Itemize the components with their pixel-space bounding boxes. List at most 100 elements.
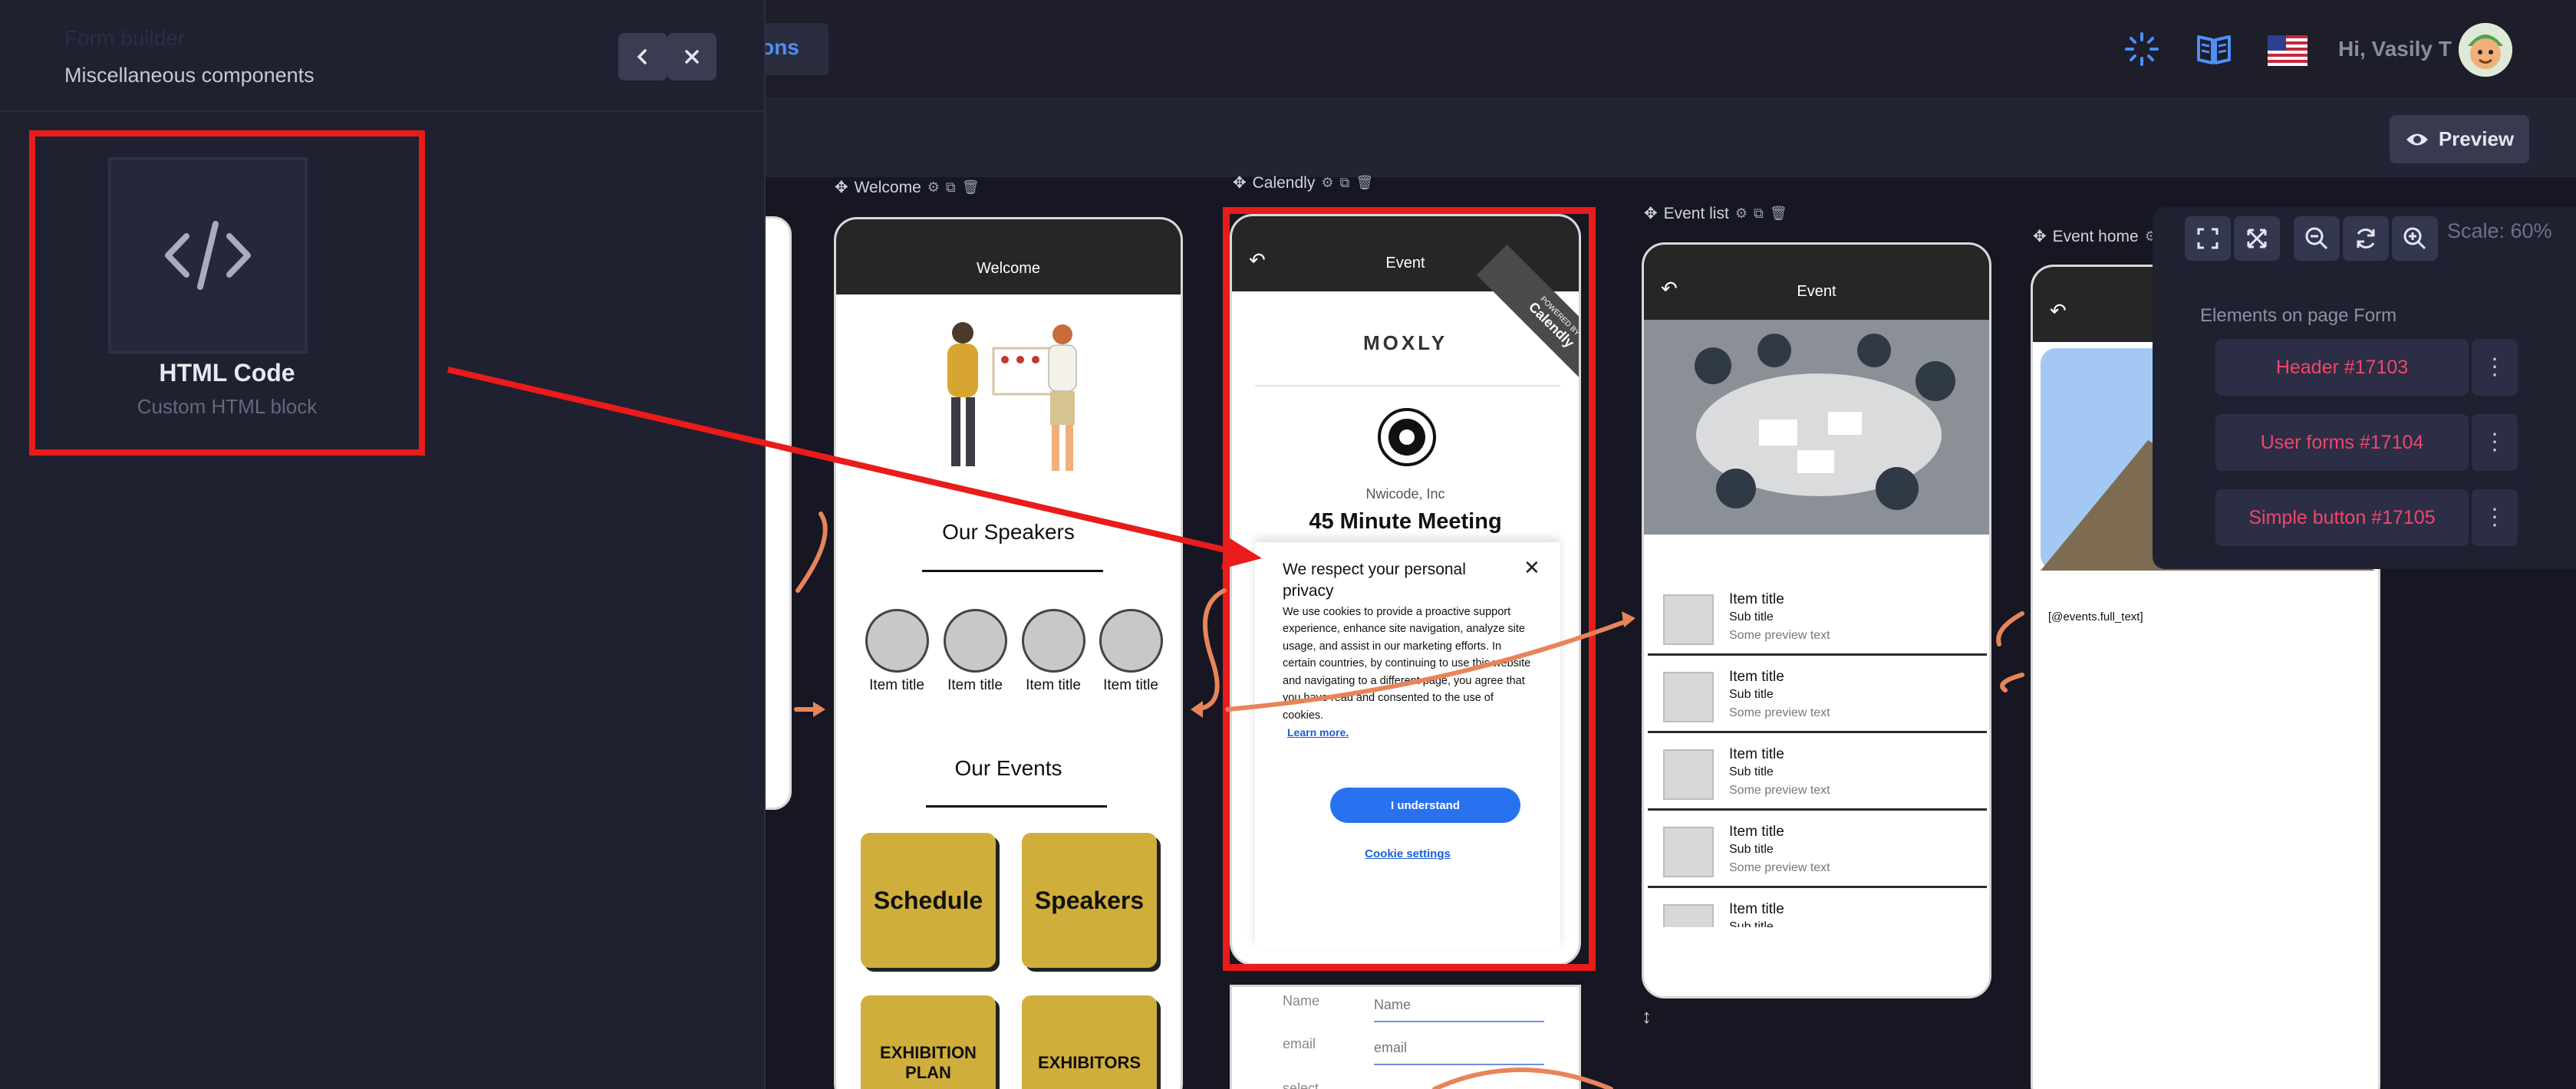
item-title: Item title xyxy=(1729,669,1784,685)
divider xyxy=(0,110,766,112)
speaker-avatar[interactable] xyxy=(1022,609,1085,673)
meeting-photo-icon xyxy=(1644,320,1989,535)
tile-schedule[interactable]: Schedule xyxy=(861,833,996,968)
avatar[interactable] xyxy=(2459,23,2512,77)
settings-icon[interactable]: ⚙ xyxy=(1735,206,1748,222)
move-icon[interactable]: ✥ xyxy=(1233,173,1247,192)
expand-arrows-icon xyxy=(2247,229,2267,248)
list-item[interactable]: Item title Sub title xyxy=(1648,892,1987,927)
kebab-menu-icon[interactable]: ⋮ xyxy=(2472,414,2518,471)
page-label-text: Event list xyxy=(1663,204,1729,222)
resize-handle-icon[interactable]: ↕ xyxy=(1642,1005,1652,1028)
speaker-name: Item title xyxy=(1026,677,1081,693)
back-button[interactable] xyxy=(618,33,667,81)
page-header: ↶ Event xyxy=(1644,245,1989,320)
code-icon xyxy=(165,221,251,290)
tile-exhibition-plan[interactable]: EXHIBITION PLAN xyxy=(861,995,996,1089)
speaker-name: Item title xyxy=(1103,677,1158,693)
people-illustration-icon xyxy=(947,322,1077,471)
divider xyxy=(922,570,1103,572)
fit-button[interactable] xyxy=(2234,216,2280,261)
page-label-text: Event home xyxy=(2052,227,2139,245)
item-preview: Some preview text xyxy=(1729,784,1830,797)
book-icon[interactable] xyxy=(2194,29,2234,69)
zoom-out-icon xyxy=(2305,227,2328,250)
eye-icon xyxy=(2406,133,2428,145)
reset-zoom-button[interactable] xyxy=(2343,216,2389,261)
event-full-text: [@events.full_text] xyxy=(2048,610,2143,623)
trash-icon[interactable]: 🗑 xyxy=(1770,206,1787,222)
us-flag-icon[interactable] xyxy=(2268,31,2308,71)
refresh-icon xyxy=(2357,229,2375,248)
fullscreen-icon xyxy=(2197,228,2219,249)
element-user-forms[interactable]: User forms #17104 xyxy=(2215,414,2469,471)
kebab-menu-icon[interactable]: ⋮ xyxy=(2472,339,2518,396)
item-subtitle: Sub title xyxy=(1729,843,1774,856)
user-greeting[interactable]: Hi, Vasily T xyxy=(2338,37,2452,61)
page-label-event-home[interactable]: ✥ Event home ⚙ xyxy=(2033,227,2157,246)
trash-icon[interactable]: 🗑 xyxy=(962,179,980,196)
settings-icon[interactable]: ⚙ xyxy=(1321,175,1333,191)
image-placeholder-icon xyxy=(1663,827,1714,877)
header-title: Event xyxy=(1797,282,1836,300)
loading-spinner-icon xyxy=(2125,32,2159,66)
page-phone-event-list[interactable]: ↶ Event Item title Sub title Some previe… xyxy=(1642,242,1991,999)
image-placeholder-icon xyxy=(1663,904,1714,927)
zoom-in-button[interactable] xyxy=(2392,216,2438,261)
name-field[interactable] xyxy=(1374,989,1544,1022)
preview-label: Preview xyxy=(2438,127,2515,150)
element-simple-button[interactable]: Simple button #17105 xyxy=(2215,489,2469,546)
move-icon[interactable]: ✥ xyxy=(835,178,848,197)
move-icon[interactable]: ✥ xyxy=(1644,204,1658,223)
item-preview: Some preview text xyxy=(1729,706,1830,719)
item-preview: Some preview text xyxy=(1729,629,1830,642)
speaker-name: Item title xyxy=(947,677,1003,693)
kebab-menu-icon[interactable]: ⋮ xyxy=(2472,489,2518,546)
page-phone-welcome[interactable]: Welcome Our Speakers Item title Item tit… xyxy=(834,217,1183,1089)
zoom-scale: Scale: 60% xyxy=(2447,219,2552,242)
speaker-avatar[interactable] xyxy=(865,609,929,673)
element-header[interactable]: Header #17103 xyxy=(2215,339,2469,396)
zoom-in-icon xyxy=(2403,227,2426,250)
trash-icon[interactable]: 🗑 xyxy=(1356,175,1373,191)
preview-button[interactable]: Preview xyxy=(2390,115,2529,163)
chevron-left-icon xyxy=(637,49,647,64)
avatar-face-icon xyxy=(2459,23,2512,77)
page-label-welcome[interactable]: ✥ Welcome ⚙ ⧉ 🗑 xyxy=(835,178,980,197)
tile-exhibitors[interactable]: EXHIBITORS xyxy=(1022,995,1157,1089)
item-title: Item title xyxy=(1729,591,1784,607)
tile-speakers[interactable]: Speakers xyxy=(1022,833,1157,968)
page-label-calendly[interactable]: ✥ Calendly ⚙ ⧉ 🗑 xyxy=(1233,173,1373,192)
settings-icon[interactable]: ⚙ xyxy=(927,179,940,196)
fullscreen-button[interactable] xyxy=(2185,216,2231,261)
list-item[interactable]: Item title Sub title Some preview text xyxy=(1648,582,1987,656)
item-subtitle: Sub title xyxy=(1729,610,1774,623)
item-preview: Some preview text xyxy=(1729,861,1830,874)
list-item[interactable]: Item title Sub title Some preview text xyxy=(1648,737,1987,811)
copy-icon[interactable]: ⧉ xyxy=(946,179,956,196)
html-code-tile[interactable] xyxy=(108,157,308,354)
list-item[interactable]: Item title Sub title Some preview text xyxy=(1648,660,1987,733)
copy-icon[interactable]: ⧉ xyxy=(1339,175,1349,191)
item-subtitle: Sub title xyxy=(1729,688,1774,701)
speaker-avatar[interactable] xyxy=(944,609,1007,673)
speaker-avatar[interactable] xyxy=(1099,609,1163,673)
item-subtitle: Sub title xyxy=(1729,765,1774,778)
close-button[interactable] xyxy=(667,33,716,81)
copy-icon[interactable]: ⧉ xyxy=(1754,206,1764,222)
item-title: Item title xyxy=(1729,901,1784,917)
page-label-text: Welcome xyxy=(854,178,921,196)
back-icon[interactable]: ↶ xyxy=(1661,277,1678,301)
speaker-name: Item title xyxy=(869,677,924,693)
zoom-out-button[interactable] xyxy=(2294,216,2340,261)
close-icon xyxy=(685,50,699,64)
back-icon[interactable]: ↶ xyxy=(2050,299,2067,323)
page-label-event-list[interactable]: ✥ Event list ⚙ ⧉ 🗑 xyxy=(1644,204,1787,223)
list-item[interactable]: Item title Sub title Some preview text xyxy=(1648,814,1987,888)
elements-heading: Elements on page Form xyxy=(2200,305,2397,326)
move-icon[interactable]: ✥ xyxy=(2033,227,2047,246)
image-placeholder-icon xyxy=(1663,749,1714,800)
email-field[interactable] xyxy=(1374,1031,1544,1065)
item-subtitle: Sub title xyxy=(1729,920,1774,927)
name-label: Name xyxy=(1283,993,1320,1008)
